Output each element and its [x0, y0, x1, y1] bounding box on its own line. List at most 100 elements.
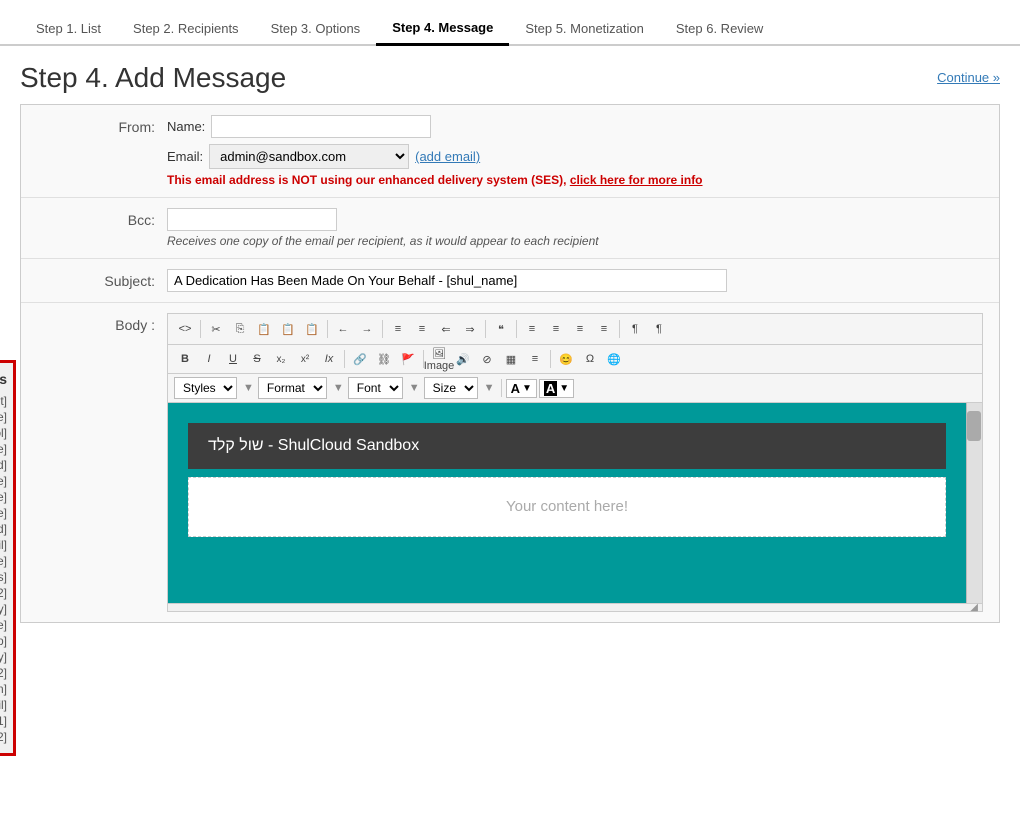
- align-right-btn[interactable]: ≡: [569, 318, 591, 340]
- indent-btn[interactable]: ⇒: [459, 318, 481, 340]
- paste-text-btn[interactable]: 📋: [277, 318, 299, 340]
- email-header-text: שול קלד - ShulCloud Sandbox: [208, 437, 419, 455]
- font-select[interactable]: Font: [348, 377, 403, 399]
- name-input[interactable]: [211, 115, 431, 138]
- paragraph-rtl-btn[interactable]: ¶: [648, 318, 670, 340]
- sep5: [516, 320, 517, 338]
- subject-input[interactable]: [167, 269, 727, 292]
- name-label: Name:: [167, 119, 205, 134]
- nav-step2[interactable]: Step 2. Recipients: [117, 13, 255, 44]
- text-color-arrow: ▼: [522, 383, 532, 394]
- tag-recipient-address2[interactable]: [recipient_address2]: [0, 729, 7, 745]
- tag-donor-address12[interactable]: [donor_address1+2]: [0, 665, 7, 681]
- bold-btn[interactable]: B: [174, 348, 196, 370]
- body-field: <> ✂ ⎘ 📋 📋 📋 ← → ≡ ≡ ⇐ ⇒ ❝: [167, 313, 983, 612]
- tag-amount[interactable]: [amount]: [0, 393, 7, 409]
- tag-charge-type[interactable]: [charge_type]: [0, 409, 7, 425]
- smiley-btn[interactable]: 😊: [555, 348, 577, 370]
- flash-btn[interactable]: ⊘: [476, 348, 498, 370]
- editor-resize-handle[interactable]: ◢: [168, 603, 982, 611]
- nav-step5[interactable]: Step 5. Monetization: [509, 13, 660, 44]
- redo-btn[interactable]: →: [356, 318, 378, 340]
- tag-dedication-type[interactable]: [dedication_type]: [0, 473, 7, 489]
- bg-color-icon: A: [544, 381, 557, 396]
- editor-content-area: שול קלד - ShulCloud Sandbox Your content…: [168, 403, 982, 603]
- continue-link[interactable]: Continue »: [937, 70, 1000, 85]
- bcc-input[interactable]: [167, 208, 337, 231]
- remove-format-btn[interactable]: Ix: [318, 348, 340, 370]
- hline-btn[interactable]: ≡: [524, 348, 546, 370]
- tag-currency-symbol[interactable]: [currency_symbol]: [0, 425, 7, 441]
- paste-word-btn[interactable]: 📋: [301, 318, 323, 340]
- nav-step4[interactable]: Step 4. Message: [376, 12, 509, 46]
- toolbar-row1: <> ✂ ⎘ 📋 📋 📋 ← → ≡ ≡ ⇐ ⇒ ❝: [168, 314, 982, 345]
- sep9: [550, 350, 551, 368]
- tag-date[interactable]: [date]: [0, 489, 7, 505]
- page-header: Step 4. Add Message Continue »: [0, 46, 1020, 104]
- align-left-btn[interactable]: ≡: [521, 318, 543, 340]
- nav-step6[interactable]: Step 6. Review: [660, 13, 779, 44]
- tag-recipient-salutation[interactable]: [recipient_salutation]: [0, 681, 7, 697]
- iframe-btn[interactable]: 🌐: [603, 348, 625, 370]
- tag-dedication-id[interactable]: [dedication_id]: [0, 457, 7, 473]
- align-justify-btn[interactable]: ≡: [593, 318, 615, 340]
- tag-donor-state[interactable]: [donor_state]: [0, 617, 7, 633]
- email-preview: שול קלד - ShulCloud Sandbox Your content…: [168, 403, 966, 603]
- page-title: Step 4. Add Message: [20, 62, 286, 94]
- styles-select[interactable]: Styles: [174, 377, 237, 399]
- sep6: [619, 320, 620, 338]
- email-content-area[interactable]: Your content here!: [188, 477, 946, 537]
- tag-recipient-email[interactable]: [recipient_email]: [0, 697, 7, 713]
- tag-donor-address[interactable]: [donor_address]: [0, 569, 7, 585]
- image-btn[interactable]: 🖼 Image: [428, 348, 450, 370]
- ordered-list-btn[interactable]: ≡: [387, 318, 409, 340]
- text-color-btn[interactable]: A ▼: [506, 379, 537, 398]
- undo-btn[interactable]: ←: [332, 318, 354, 340]
- warning-link[interactable]: click here for more info: [570, 173, 703, 187]
- bg-color-btn[interactable]: A ▼: [539, 379, 574, 398]
- align-center-btn[interactable]: ≡: [545, 318, 567, 340]
- cut-btn[interactable]: ✂: [205, 318, 227, 340]
- email-select[interactable]: admin@sandbox.com: [209, 144, 409, 169]
- table-btn[interactable]: ▦: [500, 348, 522, 370]
- outdent-btn[interactable]: ⇐: [435, 318, 457, 340]
- tag-donor-display-name[interactable]: [donor_display_name]: [0, 505, 7, 521]
- sep1: [200, 320, 201, 338]
- subscript-btn[interactable]: x₂: [270, 348, 292, 370]
- paste-btn[interactable]: 📋: [253, 318, 275, 340]
- tag-recipient-address1[interactable]: [recipient_address1]: [0, 713, 7, 729]
- anchor-btn[interactable]: 🚩: [397, 348, 419, 370]
- source-btn[interactable]: <>: [174, 318, 196, 340]
- add-email-link[interactable]: (add email): [415, 149, 480, 164]
- paragraph-btn[interactable]: ¶: [624, 318, 646, 340]
- dedication-tags-title: Dedication Tags: [0, 371, 7, 387]
- tag-donor-address2[interactable]: [donor_address2]: [0, 585, 7, 601]
- blockquote-btn[interactable]: ❝: [490, 318, 512, 340]
- size-select[interactable]: Size: [424, 377, 478, 399]
- link-btn[interactable]: 🔗: [349, 348, 371, 370]
- underline-btn[interactable]: U: [222, 348, 244, 370]
- unlink-btn[interactable]: ⛓: [373, 348, 395, 370]
- nav-step1[interactable]: Step 1. List: [20, 13, 117, 44]
- sep10: [501, 379, 502, 397]
- tag-donor-country[interactable]: [donor_country]: [0, 649, 7, 665]
- copy-btn[interactable]: ⎘: [229, 318, 251, 340]
- tag-donor-city[interactable]: [donor_city]: [0, 601, 7, 617]
- tag-donor-account-id[interactable]: [donor_account_id]: [0, 521, 7, 537]
- audio-btn[interactable]: 🔊: [452, 348, 474, 370]
- editor-scrollbar[interactable]: [966, 403, 982, 603]
- subject-field: [167, 269, 983, 292]
- format-select[interactable]: Format: [258, 377, 327, 399]
- italic-btn[interactable]: I: [198, 348, 220, 370]
- tag-dedication-message[interactable]: [dedication_message]: [0, 441, 7, 457]
- subject-row: Subject:: [21, 259, 999, 303]
- special-char-btn[interactable]: Ω: [579, 348, 601, 370]
- nav-step3[interactable]: Step 3. Options: [255, 13, 377, 44]
- unordered-list-btn[interactable]: ≡: [411, 318, 433, 340]
- tag-donor-phone[interactable]: [donor_phone]: [0, 553, 7, 569]
- tag-donor-zip[interactable]: [donor_zip]: [0, 633, 7, 649]
- sep3: [382, 320, 383, 338]
- strikethrough-btn[interactable]: S: [246, 348, 268, 370]
- superscript-btn[interactable]: x²: [294, 348, 316, 370]
- tag-donor-email[interactable]: [donor_email]: [0, 537, 7, 553]
